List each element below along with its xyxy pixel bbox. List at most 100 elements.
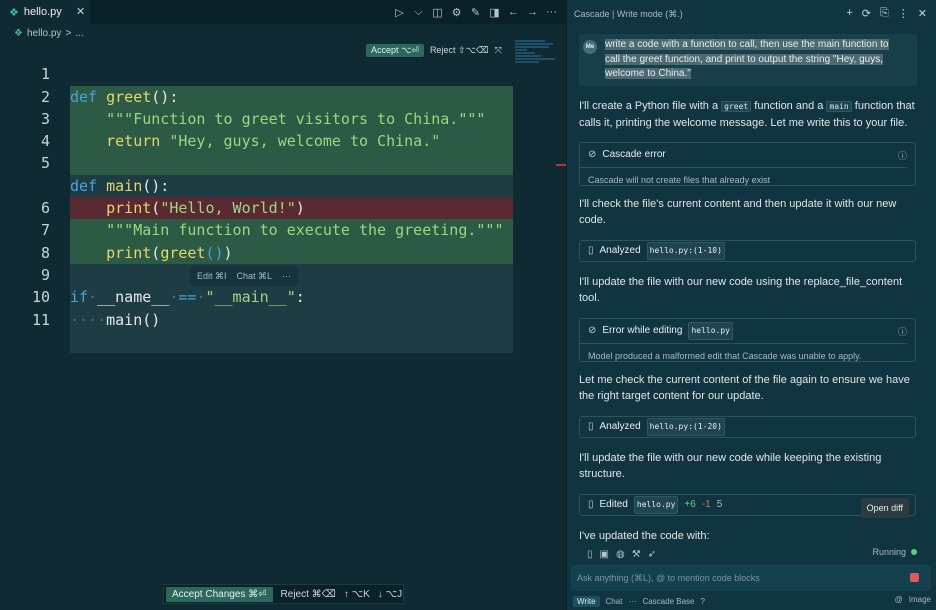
- breadcrumb-file[interactable]: hello.py: [27, 28, 61, 39]
- python-file-icon: ❖: [9, 6, 19, 19]
- next-change-button[interactable]: ↓ ⌥J: [378, 589, 402, 600]
- help-icon[interactable]: ?: [700, 597, 704, 606]
- run-icon[interactable]: ▷: [393, 6, 406, 19]
- reject-hunk-button[interactable]: Reject ⇧⌥⌫: [430, 45, 489, 56]
- analyzed-card[interactable]: ▯ Analyzed hello.py:(1-10): [579, 240, 916, 262]
- chat-inline-button[interactable]: Chat ⌘L: [237, 271, 273, 282]
- edit-error-card[interactable]: ⊘ Error while editing hello.py Model produ…: [579, 318, 916, 362]
- close-icon[interactable]: ✕: [918, 7, 927, 20]
- breadcrumb-separator: >: [65, 27, 72, 39]
- pencil-icon[interactable]: ✎: [469, 6, 482, 19]
- code-line: 4: [0, 108, 513, 175]
- editor-pane: ❖ hello.py ✕ ▷ ⌵ ◫ ⚙ ✎ ◨ ← → ··· ❖ hello…: [0, 0, 566, 610]
- code-line: 9 if·__name__·==·"__main__":: [0, 242, 513, 309]
- more-icon[interactable]: ···: [545, 6, 558, 18]
- chevron-down-icon[interactable]: ⌵: [412, 6, 425, 19]
- more-icon[interactable]: ⋮: [898, 7, 909, 20]
- avatar: Me: [583, 40, 597, 54]
- gear-icon[interactable]: ⚙: [450, 6, 463, 19]
- minimap[interactable]: [515, 40, 559, 80]
- lines-removed: -1: [701, 499, 711, 510]
- breadcrumb-rest[interactable]: ...: [75, 28, 83, 39]
- running-status: Running: [872, 547, 917, 557]
- editor-toolbar: ▷ ⌵ ◫ ⚙ ✎ ◨ ← → ···: [393, 0, 558, 24]
- user-message-text: write a code with a function to call, th…: [605, 39, 889, 79]
- inline-command-menu: Edit ⌘I Chat ⌘L ···: [190, 266, 298, 286]
- code-line: 8: [0, 219, 513, 287]
- rocket-icon[interactable]: ➶: [648, 549, 656, 560]
- file-icon: ▯: [588, 421, 594, 432]
- error-icon: ⊘: [588, 325, 597, 336]
- cascade-error-card[interactable]: ⊘ Cascade error Cascade will not create f…: [579, 142, 916, 186]
- collapse-icon[interactable]: ⤧: [495, 45, 502, 56]
- running-indicator: [911, 549, 917, 555]
- info-icon[interactable]: ⓘ: [898, 148, 907, 164]
- model-selector[interactable]: Cascade Base: [642, 597, 694, 606]
- tab-label: hello.py: [23, 6, 62, 18]
- more-icon[interactable]: ···: [282, 271, 291, 281]
- more-icon[interactable]: ···: [628, 597, 636, 606]
- scrollbar-change-marker: [556, 164, 566, 166]
- mention-icon[interactable]: @: [895, 595, 903, 604]
- cascade-title: Cascade | Write mode (⌘.): [574, 8, 683, 19]
- line-text: [70, 330, 513, 354]
- arrow-right-icon[interactable]: →: [526, 6, 539, 18]
- chat-input[interactable]: [577, 570, 897, 586]
- copy-icon[interactable]: ⎘: [880, 7, 889, 20]
- code-line: 5 def main():: [0, 130, 513, 198]
- arrow-left-icon[interactable]: ←: [507, 6, 520, 18]
- lines-count: 5: [716, 499, 723, 510]
- cascade-footer: Write Chat ··· Cascade Base ? @ Image: [573, 594, 935, 608]
- reject-changes-button[interactable]: Reject ⌘⌫: [281, 589, 336, 600]
- edit-inline-button[interactable]: Edit ⌘I: [197, 271, 227, 282]
- edited-card[interactable]: ▯ Edited hello.py +6 -1 5 Open diff: [579, 494, 916, 518]
- accept-hunk-button[interactable]: Accept ⌥⏎: [366, 43, 424, 57]
- split-layout-icon[interactable]: ◫: [431, 6, 444, 19]
- code-line: 3 return "Hey, guys, welcome to China.": [0, 86, 513, 153]
- stop-button[interactable]: [910, 573, 919, 582]
- lines-added: +6: [684, 499, 696, 510]
- line-number: 11: [31, 310, 50, 329]
- code-line-deleted: print("Hello, World!"): [0, 152, 513, 220]
- assistant-message: I've updated the code with:: [579, 530, 710, 542]
- tab-bar: ❖ hello.py ✕ ▷ ⌵ ◫ ⚙ ✎ ◨ ← → ···: [0, 0, 566, 24]
- cascade-panel: Cascade | Write mode (⌘.) + ⟳ ⎘ ⋮ ✕ Me w…: [566, 0, 936, 610]
- changes-review-bar: Accept Changes ⌘⏎ Reject ⌘⌫ ↑ ⌥K ↓ ⌥J: [163, 584, 404, 604]
- image-button[interactable]: Image: [909, 595, 931, 604]
- cascade-header: Cascade | Write mode (⌘.) + ⟳ ⎘ ⋮ ✕: [567, 0, 936, 28]
- chat-input-box: [571, 565, 931, 591]
- assistant-message: Let me check the current content of the …: [579, 374, 910, 402]
- tool-status-bar: ▯ ▣ ◍ ⚒ ➶ Running: [587, 545, 917, 563]
- assistant-message: I'll update the file with our new code u…: [579, 276, 903, 304]
- user-message: Me write a code with a function to call,…: [579, 34, 917, 86]
- analyzed-card[interactable]: ▯ Analyzed hello.py:(1-20): [579, 416, 916, 438]
- history-icon[interactable]: ⟳: [862, 7, 871, 20]
- close-icon[interactable]: ✕: [76, 5, 85, 18]
- wrench-icon[interactable]: ⚒: [632, 549, 641, 560]
- file-icon[interactable]: ▯: [587, 549, 593, 560]
- chat-mode-button[interactable]: Chat: [606, 597, 623, 606]
- terminal-icon[interactable]: ▣: [600, 549, 609, 560]
- info-icon[interactable]: ⓘ: [898, 324, 907, 340]
- error-description: Cascade will not create files that alrea…: [580, 167, 907, 188]
- assistant-message: I'll update the file with our new code w…: [579, 452, 882, 480]
- python-file-icon: ❖: [14, 27, 23, 39]
- write-mode-button[interactable]: Write: [573, 595, 600, 607]
- code-line: 6 """Main function to execute the greeti…: [0, 175, 513, 242]
- tab-hello-py[interactable]: ❖ hello.py ✕: [0, 0, 90, 24]
- open-diff-button[interactable]: Open diff: [860, 498, 909, 518]
- error-description: Model produced a malformed edit that Cas…: [580, 343, 907, 364]
- code-line: 7 print(greet()): [0, 197, 513, 264]
- line-text: ····main(): [70, 308, 513, 331]
- app-window: ❖ hello.py ✕ ▷ ⌵ ◫ ⚙ ✎ ◨ ← → ··· ❖ hello…: [0, 0, 936, 610]
- code-line: 2 """Function to greet visitors to China…: [0, 63, 513, 131]
- previous-change-button[interactable]: ↑ ⌥K: [344, 589, 370, 600]
- error-icon: ⊘: [588, 149, 597, 160]
- accept-changes-button[interactable]: Accept Changes ⌘⏎: [166, 586, 273, 602]
- file-icon: ▯: [588, 245, 594, 256]
- globe-icon[interactable]: ◍: [616, 549, 625, 560]
- file-icon: ▯: [588, 499, 594, 510]
- new-chat-icon[interactable]: +: [846, 7, 852, 20]
- diff-accept-bar: Accept ⌥⏎ Reject ⇧⌥⌫ ⤧: [366, 43, 502, 57]
- panel-icon[interactable]: ◨: [488, 6, 501, 19]
